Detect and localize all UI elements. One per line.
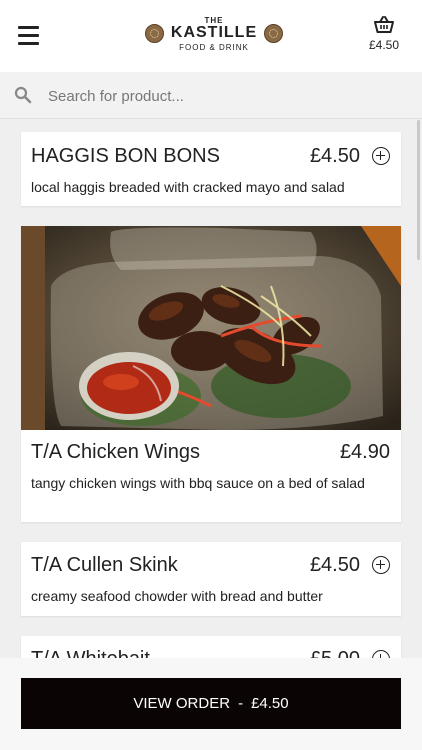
scrollbar[interactable] xyxy=(417,120,420,260)
search-bar xyxy=(0,72,422,119)
product-photo xyxy=(21,226,401,430)
view-order-label: VIEW ORDER xyxy=(133,695,231,712)
product-description: tangy chicken wings with bbq sauce on a … xyxy=(31,475,365,491)
app-header: THE KASTILLE FOOD & DRINK £4.50 xyxy=(0,0,422,72)
product-title: T/A Chicken Wings xyxy=(31,441,200,463)
logo[interactable]: THE KASTILLE FOOD & DRINK xyxy=(143,14,285,56)
product-price: £4.50 xyxy=(309,145,360,167)
view-order-button[interactable]: VIEW ORDER - £4.50 xyxy=(21,678,401,729)
product-card[interactable]: T/A Chicken Wings £4.90 tangy chicken wi… xyxy=(21,226,401,522)
product-list: HAGGIS BON BONS £4.50 local haggis bread… xyxy=(0,118,422,658)
add-to-order-icon[interactable] xyxy=(372,556,390,574)
view-order-separator: - xyxy=(238,695,244,712)
product-title: HAGGIS BON BONS xyxy=(31,145,220,167)
product-title: T/A Whitebait xyxy=(31,648,150,658)
product-price: £5.00 xyxy=(310,648,360,658)
add-to-order-icon[interactable] xyxy=(372,650,390,658)
search-icon xyxy=(14,86,32,104)
product-price: £4.90 xyxy=(339,441,390,463)
basket-icon xyxy=(374,16,394,33)
basket-button[interactable]: £4.50 xyxy=(364,14,404,52)
product-card[interactable]: T/A Whitebait £5.00 xyxy=(21,636,401,658)
menu-icon[interactable] xyxy=(18,26,39,45)
add-to-order-icon[interactable] xyxy=(372,147,390,165)
product-description: creamy seafood chowder with bread and bu… xyxy=(31,588,323,604)
search-input[interactable] xyxy=(46,84,390,108)
logo-subtitle: FOOD & DRINK xyxy=(179,43,249,52)
product-title: T/A Cullen Skink xyxy=(31,554,178,576)
logo-name: KASTILLE xyxy=(170,24,258,41)
view-order-total: £4.50 xyxy=(251,695,289,712)
product-card[interactable]: T/A Cullen Skink £4.50 creamy seafood ch… xyxy=(21,542,401,616)
product-price: £4.50 xyxy=(309,554,360,576)
product-description: local haggis breaded with cracked mayo a… xyxy=(31,179,345,195)
product-card[interactable]: HAGGIS BON BONS £4.50 local haggis bread… xyxy=(21,132,401,206)
basket-total: £4.50 xyxy=(368,38,400,52)
